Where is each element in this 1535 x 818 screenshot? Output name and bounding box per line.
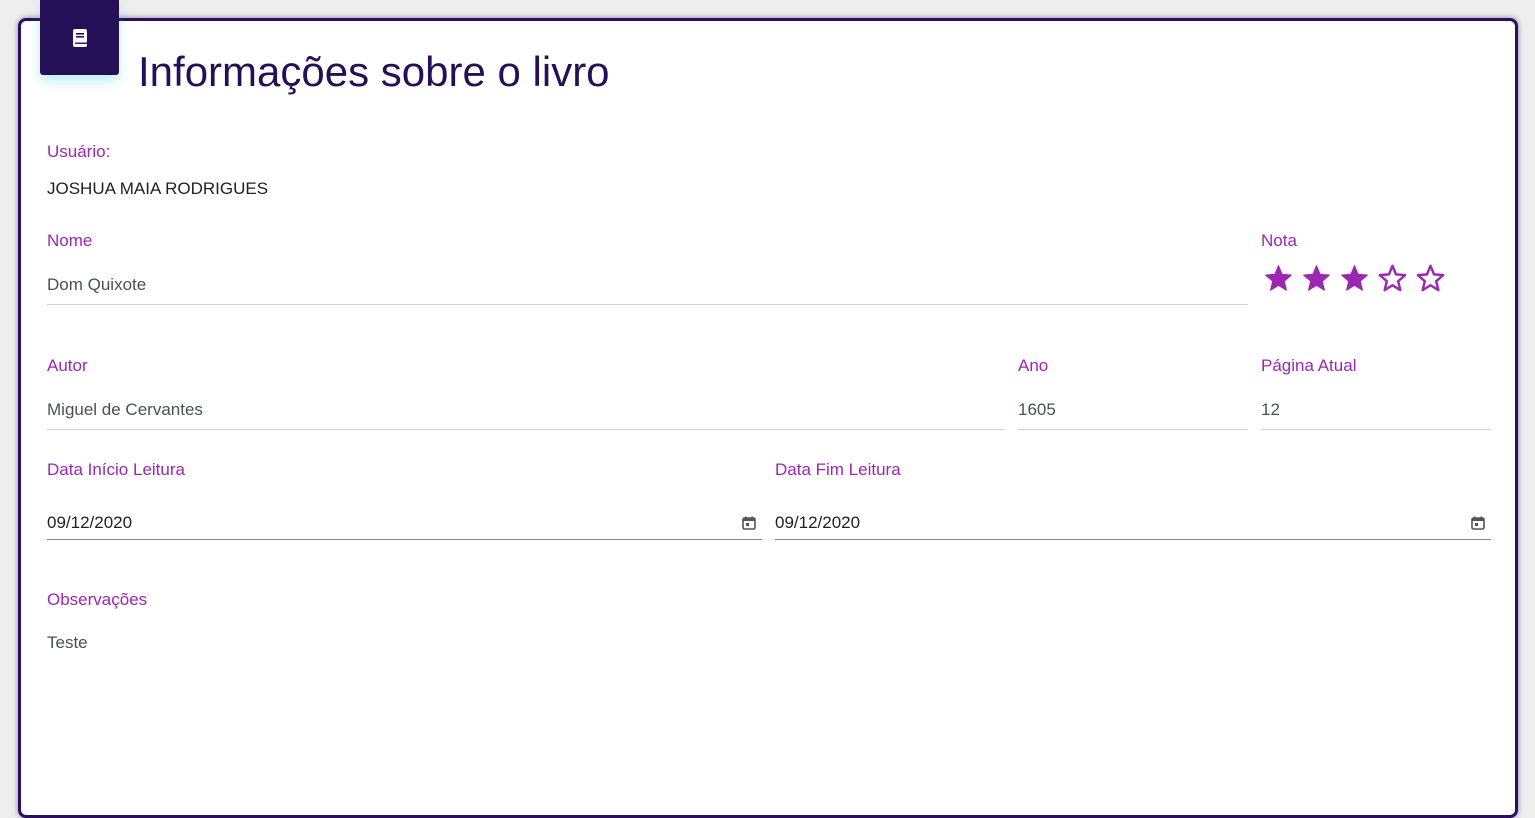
rating-stars[interactable]	[1264, 264, 1445, 293]
current-page-value: 12	[1261, 399, 1280, 419]
star-filled-icon[interactable]	[1302, 264, 1331, 293]
author-value: Miguel de Cervantes	[47, 399, 203, 419]
name-value: Dom Quixote	[47, 274, 147, 294]
rating-label: Nota	[1261, 231, 1297, 250]
start-date-value: 09/12/2020	[47, 512, 133, 532]
year-label: Ano	[1018, 356, 1049, 375]
book-icon	[72, 28, 87, 47]
end-date-value: 09/12/2020	[775, 512, 861, 532]
star-filled-icon[interactable]	[1340, 264, 1369, 293]
calendar-icon[interactable]	[742, 516, 756, 530]
star-empty-icon[interactable]	[1378, 264, 1407, 293]
start-date-label: Data Início Leitura	[47, 460, 185, 479]
notes-value[interactable]: Teste	[47, 633, 88, 653]
start-date-input[interactable]: 09/12/2020	[47, 506, 762, 540]
user-label: Usuário:	[47, 142, 111, 161]
card-header-icon	[40, 0, 119, 75]
notes-label: Observações	[47, 590, 148, 609]
name-input[interactable]: Dom Quixote	[47, 265, 1248, 305]
current-page-label: Página Atual	[1261, 356, 1357, 375]
end-date-label: Data Fim Leitura	[775, 460, 901, 479]
year-value: 1605	[1018, 399, 1056, 419]
name-label: Nome	[47, 231, 93, 250]
calendar-icon[interactable]	[1471, 516, 1485, 530]
author-label: Autor	[47, 356, 88, 375]
page-title: Informações sobre o livro	[138, 48, 610, 95]
current-page-input[interactable]: 12	[1261, 390, 1491, 430]
end-date-input[interactable]: 09/12/2020	[775, 506, 1491, 540]
star-empty-icon[interactable]	[1416, 264, 1445, 293]
author-input[interactable]: Miguel de Cervantes	[47, 390, 1005, 430]
star-filled-icon[interactable]	[1264, 264, 1293, 293]
user-value: JOSHUA MAIA RODRIGUES	[47, 179, 269, 198]
year-input[interactable]: 1605	[1018, 390, 1248, 430]
